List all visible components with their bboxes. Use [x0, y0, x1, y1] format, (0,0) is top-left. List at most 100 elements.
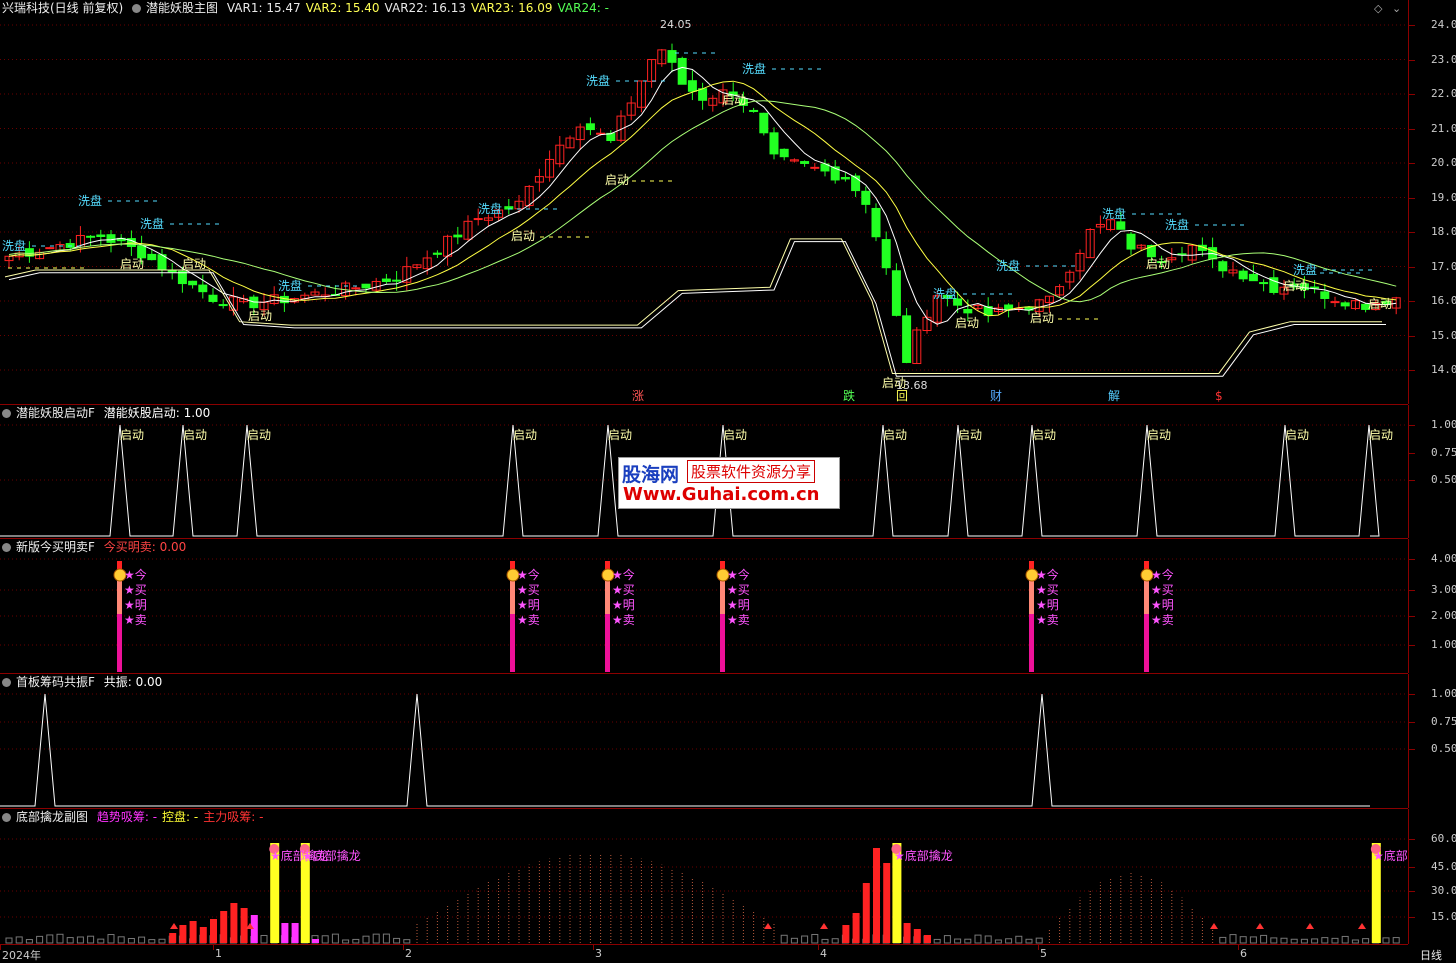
xichou-bar — [291, 923, 299, 943]
xipan-label: 洗盘 — [478, 201, 502, 216]
volume-bar — [1025, 938, 1033, 944]
candle-body — [881, 239, 891, 269]
menu-arrow-icon[interactable]: ⌄ — [1392, 2, 1401, 15]
candle-body — [473, 218, 483, 221]
qidong-signal-label: 启动 — [120, 428, 144, 442]
volume-bar — [780, 934, 788, 944]
qidong-label: 启动 — [1368, 297, 1392, 311]
volume-bar — [954, 938, 962, 944]
var-values: VAR1: 15.47 VAR2: 15.40 VAR22: 16.13 VAR23:… — [227, 1, 614, 15]
volume-bar — [362, 935, 370, 944]
qidong-label: 启动 — [120, 257, 144, 271]
candlestick-chart: 洗盘洗盘洗盘洗盘洗盘洗盘洗盘洗盘洗盘洗盘洗盘洗盘启动 启动启动启动启动启动启动启动… — [0, 18, 1408, 403]
collapse-icon[interactable] — [2, 409, 11, 418]
candle-body — [1218, 261, 1228, 272]
qinlong-title: 底部擒龙副图 趋势吸筹: - 控盘: - 主力吸筹: - — [2, 810, 273, 824]
volume-bar — [964, 938, 972, 944]
qinlong-panel[interactable]: ★底部擒龙 ★底部擒龙 ★底部擒龙 ★底部 底部擒龙副图 趋势吸筹: - 控盘: - 主力… — [0, 809, 1408, 945]
jinmai-bar-magenta — [510, 614, 515, 672]
volume-bar — [1351, 939, 1359, 944]
tick-label: 23.00 — [1431, 52, 1456, 66]
tick-mark — [1409, 559, 1415, 560]
volume-bar — [801, 935, 809, 944]
tick-mark — [1409, 335, 1415, 337]
gongzhen-name[interactable]: 首板筹码共振F — [16, 675, 95, 689]
jinmai-char: ★今 — [1151, 567, 1174, 582]
zhuli-bar — [913, 929, 921, 943]
jinmai-char: ★买 — [1036, 583, 1059, 597]
jinmai-char: ★买 — [612, 583, 635, 597]
tick-mark — [1409, 128, 1415, 130]
jinmai-panel[interactable]: ★今 ★买 ★明 ★卖 ★今 ★买 ★明 ★卖 ★今 ★买 ★明 ★卖 ★今 ★买 ★明 ★卖 ★今 ★买 ★明 ★卖… — [0, 539, 1408, 674]
jinmai-signal: ★今★买★明★卖 — [601, 561, 635, 672]
volume-bar — [1260, 934, 1268, 944]
jinmai-char: ★明 — [1151, 598, 1174, 612]
qinlong-label: ★底部擒龙 — [302, 848, 361, 863]
jinmai-char: ★卖 — [612, 613, 635, 627]
jinmai-signal: ★今★买★明★卖 — [113, 561, 147, 672]
candle-body — [963, 308, 973, 314]
collapse-icon[interactable] — [132, 4, 142, 13]
gongzhen-value: 共振: 0.00 — [103, 675, 163, 689]
volume-bar — [87, 935, 95, 944]
up-arrow-icon — [1210, 923, 1218, 929]
zhuli-bar — [842, 925, 850, 943]
up-arrow-icon — [1256, 923, 1264, 929]
qidong-label: 启动 — [182, 257, 206, 271]
stock-name[interactable]: 兴瑞科技(日线 前复权) — [2, 1, 123, 15]
time-tick — [1038, 945, 1039, 950]
volume-bar — [97, 938, 105, 944]
jinmai-char: ★明 — [124, 598, 147, 612]
volume-bar — [25, 939, 33, 944]
jinmai-bar-salmon — [510, 579, 515, 614]
gongzhen-signal-line — [0, 693, 1370, 807]
volume-bar — [1229, 934, 1237, 944]
time-label: 6 — [1240, 947, 1247, 960]
tick-label: 16.00 — [1431, 294, 1456, 307]
jinmai-char: ★卖 — [124, 613, 147, 627]
jinmai-char: ★买 — [1151, 583, 1174, 597]
collapse-icon[interactable] — [2, 543, 11, 552]
qinlong-name[interactable]: 底部擒龙副图 — [16, 810, 88, 824]
volume-bar — [66, 937, 74, 944]
collapse-icon[interactable] — [2, 813, 11, 822]
tick-mark — [1409, 839, 1415, 840]
qinlong-legend: 趋势吸筹: - 控盘: - 主力吸筹: - — [97, 810, 269, 824]
volume-bar — [46, 934, 54, 944]
jinmai-name[interactable]: 新版今买明卖F — [16, 540, 95, 554]
xipan-label: 洗盘 — [586, 73, 610, 88]
gongzhen-panel[interactable]: 首板筹码共振F 共振: 0.00 — [0, 674, 1408, 809]
var-0: VAR1: 15.47 — [226, 1, 301, 15]
candle-body — [1126, 233, 1136, 250]
tick-label: 45.00 — [1431, 860, 1456, 873]
jinmai-value: 今买明卖: 0.00 — [103, 540, 187, 554]
up-arrow-icon — [170, 923, 178, 929]
volume-bar — [821, 938, 829, 944]
time-tick — [818, 945, 819, 950]
indicator-name[interactable]: 潜能妖股主图 — [146, 1, 218, 15]
ma-green-line — [8, 100, 1397, 303]
tick-label: 1.00 — [1431, 687, 1456, 700]
candle-body — [677, 57, 687, 85]
volume-bar — [342, 939, 350, 944]
qidong-name[interactable]: 潜能妖股启动F — [16, 406, 95, 420]
tick-label: 0.50 — [1431, 473, 1456, 486]
main-chart-panel[interactable]: 洗盘 洗盘 洗盘 洗盘 洗盘 洗盘 洗盘 洗盘 洗盘 洗盘 洗盘 洗盘 启动 启动 启动 启动 启动 启动 启动 启动… — [0, 0, 1408, 405]
xichou-bar — [169, 933, 177, 943]
diamond-icon[interactable]: ◇ — [1374, 2, 1382, 15]
tick-mark — [1409, 453, 1415, 454]
tick-label: 17.00 — [1431, 259, 1456, 273]
xichou-bar — [179, 925, 187, 943]
jinmai-char: ★明 — [727, 598, 750, 612]
collapse-icon[interactable] — [2, 678, 11, 687]
jinmai-char: ★卖 — [1036, 613, 1059, 627]
volume-bar — [1300, 938, 1308, 944]
candle-body — [1259, 282, 1269, 285]
signal-marker: 回 — [896, 389, 908, 403]
jinmai-bar-magenta — [1029, 614, 1034, 672]
candle-body — [769, 132, 779, 155]
candle-body — [453, 234, 463, 238]
zhuli-bar — [852, 913, 860, 943]
qidong-label: 启动 — [1283, 279, 1307, 293]
xichou-bar — [189, 921, 197, 943]
